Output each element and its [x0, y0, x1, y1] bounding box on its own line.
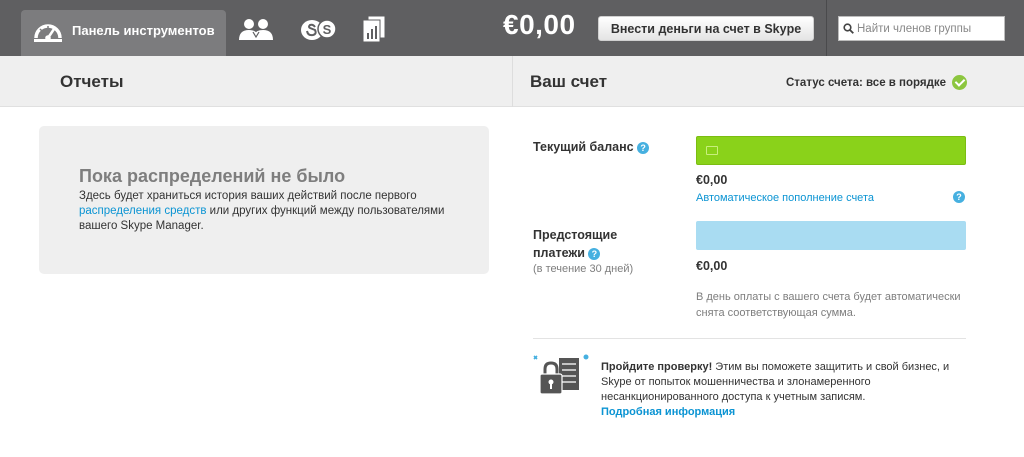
users-icon: [239, 19, 273, 40]
empty-state-text: Здесь будет храниться история ваших дейс…: [79, 189, 474, 234]
current-balance-bar: [696, 136, 966, 165]
upcoming-payments-bar: [696, 221, 966, 250]
reports-title: Отчеты: [60, 72, 124, 91]
current-balance-help-icon[interactable]: ?: [637, 141, 650, 154]
svg-text:S: S: [323, 22, 332, 37]
search-icon: [843, 23, 854, 34]
search-box[interactable]: [838, 16, 1005, 41]
upcoming-payments-amount: €0,00: [696, 259, 728, 273]
status-ok-icon: [952, 75, 968, 90]
tab-reports[interactable]: [354, 10, 394, 48]
security-verification-icon: [533, 354, 589, 395]
verification-heading: Пройдите проверку!: [601, 361, 713, 373]
auto-topup-link[interactable]: Автоматическое пополнение счета: [696, 192, 874, 204]
upcoming-payments-label: Предстоящие платежи ?: [533, 226, 617, 262]
upcoming-period: (в течение 30 дней): [533, 263, 634, 275]
empty-text-part-1: Здесь будет храниться история ваших дейс…: [79, 190, 417, 202]
auto-topup-help-icon[interactable]: ?: [953, 191, 965, 203]
empty-state-title: Пока распределений не было: [79, 166, 346, 186]
account-status-text: Статус счета: все в порядке: [786, 76, 947, 89]
account-title: Ваш счет: [530, 72, 608, 91]
verification-message: Пройдите проверку! Этим вы поможете защи…: [601, 360, 966, 420]
add-credit-button[interactable]: Внести деньги на счет в Skype: [598, 16, 814, 41]
top-navigation-bar: Панель инструментов S €0,00 Внести деньг…: [0, 0, 1024, 56]
top-balance-amount: €0,00: [503, 9, 576, 40]
search-members-input[interactable]: [857, 22, 997, 35]
current-balance-label-text: Текущий баланс: [533, 140, 634, 154]
current-balance-amount: €0,00: [696, 173, 728, 187]
reports-icon: [362, 15, 386, 43]
credit-card-icon: [706, 146, 718, 155]
tab-dashboard-label: Панель инструментов: [72, 22, 215, 38]
account-status: Статус счета: все в порядке: [786, 75, 968, 90]
upcoming-label-line-2: платежи: [533, 246, 585, 260]
divider: [533, 338, 966, 339]
allocation-link[interactable]: распределения средств: [79, 205, 206, 217]
tab-users[interactable]: [236, 10, 276, 48]
current-balance-label: Текущий баланс ?: [533, 140, 650, 154]
tab-skype-credit[interactable]: S: [299, 10, 339, 48]
more-info-link[interactable]: Подробная информация: [601, 405, 966, 420]
reports-empty-panel: Пока распределений не было Здесь будет х…: [39, 126, 489, 274]
dashboard-gauge-icon: [34, 24, 62, 42]
tab-dashboard[interactable]: Панель инструментов: [21, 10, 226, 56]
upcoming-payments-note: В день оплаты с вашего счета будет автом…: [696, 291, 961, 319]
upcoming-payments-help-icon[interactable]: ?: [588, 247, 601, 260]
upcoming-label-line-1: Предстоящие: [533, 228, 618, 242]
skype-credit-icon: S: [301, 19, 337, 40]
search-divider: [826, 0, 827, 56]
